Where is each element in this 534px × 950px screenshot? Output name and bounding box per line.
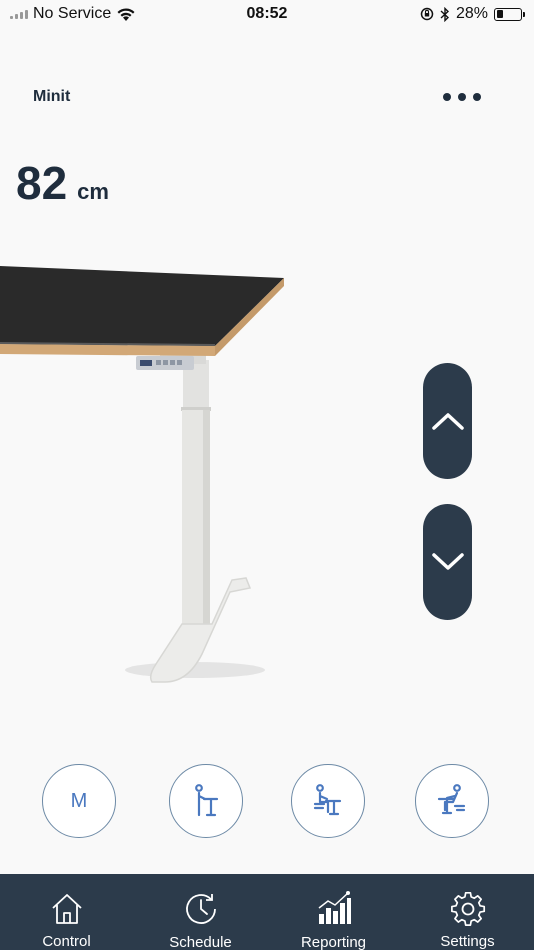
clock-icon: [182, 890, 220, 928]
tab-reporting[interactable]: Reporting: [267, 874, 400, 950]
sitting-lower-preset-button[interactable]: [415, 764, 489, 838]
battery-icon: [494, 7, 525, 21]
status-right: 28%: [420, 5, 525, 23]
sitting-lower-person-icon: [437, 784, 466, 815]
standing-preset-button[interactable]: [169, 764, 243, 838]
chart-icon: [315, 890, 353, 928]
more-options-button[interactable]: [432, 82, 492, 112]
memory-preset-label: M: [70, 789, 88, 812]
height-unit: cm: [77, 179, 109, 204]
tab-settings[interactable]: Settings: [401, 874, 534, 950]
tab-label: Reporting: [300, 934, 367, 950]
ellipsis-icon: [443, 93, 451, 101]
tab-bar: Control Schedule Reporting Settings: [0, 874, 534, 950]
tab-label: Control: [42, 933, 91, 950]
sitting-person-icon: [313, 784, 342, 816]
tab-schedule[interactable]: Schedule: [134, 874, 267, 950]
orientation-lock-icon: [420, 7, 434, 21]
raise-desk-button[interactable]: [423, 363, 472, 479]
sitting-preset-button[interactable]: [291, 764, 365, 838]
memory-preset-button[interactable]: M: [42, 764, 116, 838]
tab-label: Settings: [440, 933, 495, 950]
bluetooth-icon: [440, 6, 449, 22]
chevron-up-icon: [431, 413, 464, 430]
standing-person-icon: [195, 784, 219, 817]
chevron-down-icon: [431, 553, 464, 570]
tab-control[interactable]: Control: [0, 874, 133, 950]
battery-percent: 28%: [455, 5, 488, 22]
height-display: 82 cm: [16, 156, 109, 210]
lower-desk-button[interactable]: [423, 504, 472, 620]
tab-label: Schedule: [169, 934, 232, 950]
desk-illustration: [0, 266, 284, 683]
status-bar: No Service 08:52 28%: [0, 0, 534, 30]
battery-level-fill: [496, 10, 503, 18]
home-icon: [48, 890, 86, 927]
height-value: 82: [16, 157, 68, 209]
gear-icon: [449, 890, 487, 927]
desk-name[interactable]: Minit: [33, 88, 70, 106]
